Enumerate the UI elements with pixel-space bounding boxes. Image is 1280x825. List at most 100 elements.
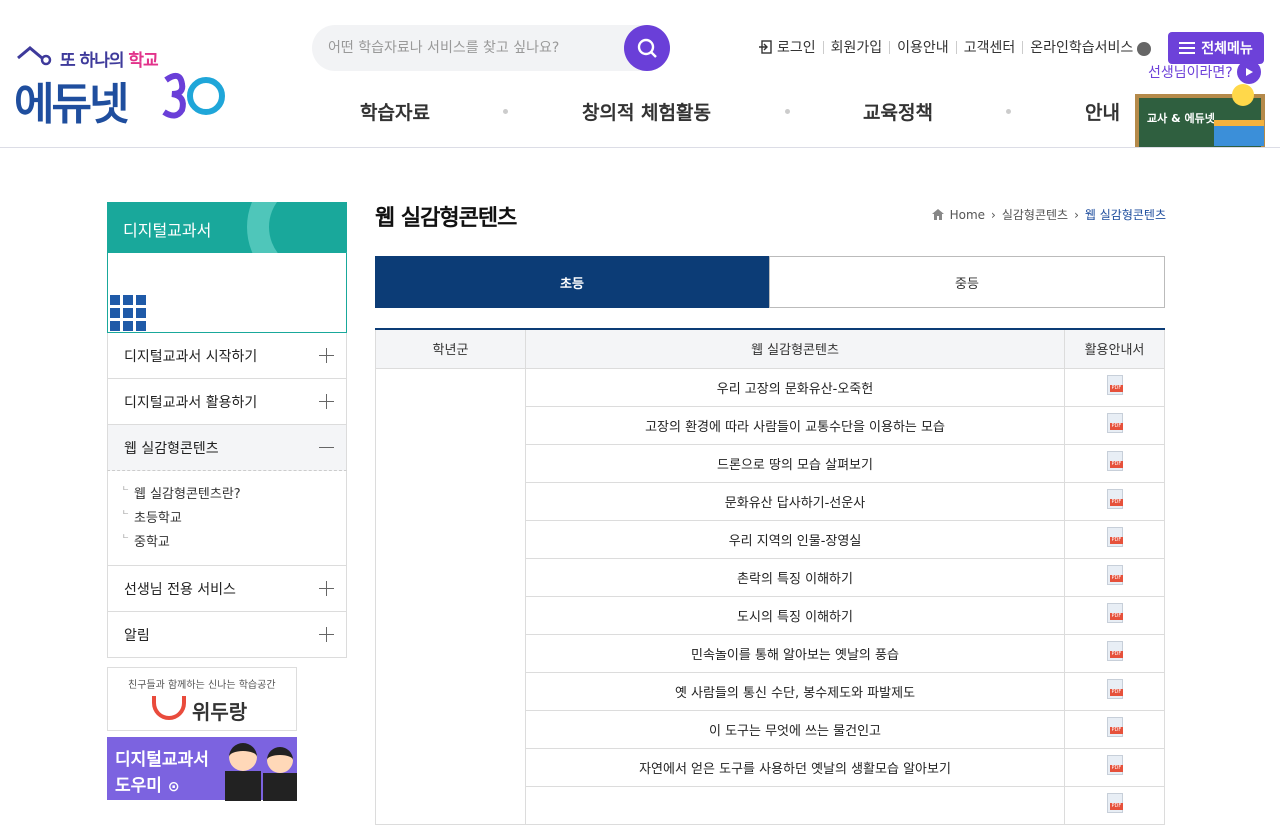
nav-info[interactable]: 안내 — [1085, 98, 1120, 125]
student-face — [229, 743, 257, 771]
sidebar-item-start[interactable]: 디지털교과서 시작하기 — [107, 333, 347, 379]
guide-cell — [1064, 671, 1165, 711]
search-button[interactable] — [624, 25, 670, 71]
content-link[interactable]: 우리 지역의 인물-장영실 — [525, 519, 1065, 559]
breadcrumb-home[interactable]: Home — [950, 208, 985, 222]
breadcrumb: Home › 실감형콘텐츠 › 웹 실감형콘텐츠 — [931, 206, 1166, 223]
pdf-icon[interactable] — [1106, 527, 1124, 547]
divider — [1022, 40, 1024, 54]
content-link[interactable]: 자연에서 얻은 도구를 사용하던 옛날의 생활모습 알아보기 — [525, 747, 1065, 787]
sidebar-item-label: 디지털교과서 시작하기 — [124, 348, 258, 365]
chevron-right-icon: › — [1074, 207, 1079, 222]
tab-elementary[interactable]: 초등 — [375, 256, 769, 308]
submenu-item-middle[interactable]: 중학교 — [122, 531, 330, 555]
search-input[interactable] — [328, 37, 618, 59]
submenu-item-about[interactable]: 웹 실감형콘텐츠란? — [122, 483, 330, 507]
sidebar-item-notice[interactable]: 알림 — [107, 612, 347, 658]
banner-line1: 디지털교과서 — [115, 750, 209, 770]
sidebar-item-web-content[interactable]: 웹 실감형콘텐츠 — [107, 425, 347, 471]
sidebar-title-text: 디지털교과서 — [123, 221, 212, 240]
chevron-right-icon: › — [991, 207, 996, 222]
guide-cell — [1064, 633, 1165, 673]
sidebar-item-usage[interactable]: 디지털교과서 활용하기 — [107, 379, 347, 425]
content-link[interactable] — [525, 785, 1065, 825]
pdf-icon[interactable] — [1106, 413, 1124, 433]
guide-cell — [1064, 709, 1165, 749]
guide-cell — [1064, 443, 1165, 483]
content-link[interactable]: 민속놀이를 통해 알아보는 옛날의 풍습 — [525, 633, 1065, 673]
teacher-link[interactable]: 선생님이라면? — [1148, 60, 1261, 84]
student-face — [267, 747, 293, 773]
guide-cell — [1064, 595, 1165, 635]
online-learning-link[interactable]: 온라인학습서비스 — [1030, 37, 1133, 57]
arrow-circle-icon: ⊙ — [167, 779, 180, 795]
wedorang-logo-icon — [152, 696, 186, 720]
login-link[interactable]: 로그인 — [777, 37, 816, 57]
submenu-item-elementary[interactable]: 초등학교 — [122, 507, 330, 531]
nav-learning-materials[interactable]: 학습자료 — [360, 98, 430, 125]
main-nav: 학습자료 창의적 체험활동 교육정책 안내 — [360, 98, 1120, 125]
content-link[interactable]: 문화유산 답사하기-선운사 — [525, 481, 1065, 521]
minus-icon — [319, 440, 334, 455]
house-icon — [17, 46, 52, 66]
digital-textbook-helper-banner[interactable]: 디지털교과서 도우미 ⊙ — [107, 737, 297, 801]
logo-name: 에듀넷 — [14, 79, 129, 130]
lightbulb-icon — [1232, 84, 1254, 106]
guide-link[interactable]: 이용안내 — [897, 37, 949, 57]
content-link[interactable]: 고장의 환경에 따라 사람들이 교통수단을 이용하는 모습 — [525, 405, 1065, 445]
breadcrumb-level1[interactable]: 실감형콘텐츠 — [1002, 206, 1068, 223]
sidebar-item-label: 알림 — [124, 627, 150, 644]
board-text: 교사 & 에듀넷 — [1147, 112, 1215, 125]
pdf-icon[interactable] — [1106, 641, 1124, 661]
guide-cell — [1064, 481, 1165, 521]
pdf-icon[interactable] — [1106, 717, 1124, 737]
column-header: 웹 실감형콘텐츠 — [525, 329, 1065, 369]
sidebar-item-teacher-service[interactable]: 선생님 전용 서비스 — [107, 566, 347, 612]
pdf-icon[interactable] — [1106, 679, 1124, 699]
sidebar: 디지털교과서 디지털교과서 시작하기 디지털교과서 활용하기 웹 실감형콘텐츠 … — [107, 202, 347, 658]
table-row: 우리 고장의 문화유산-오죽헌 — [375, 367, 1165, 825]
pdf-icon[interactable] — [1106, 375, 1124, 395]
content-link[interactable]: 드론으로 땅의 모습 살펴보기 — [525, 443, 1065, 483]
plus-icon — [319, 348, 334, 363]
site-header: 또 하나의 학교 에듀넷 로그인 회원가입 이용안내 고객센터 온라인학습서비스… — [0, 0, 1280, 148]
signup-link[interactable]: 회원가입 — [831, 37, 883, 57]
wedorang-banner[interactable]: 친구들과 함께하는 신나는 학습공간 위두랑 — [107, 667, 297, 731]
grade-tabs: 초등 중등 — [375, 256, 1165, 308]
guide-cell — [1064, 405, 1165, 445]
banner-name: 위두랑 — [192, 700, 248, 724]
all-menu-label: 전체메뉴 — [1201, 41, 1253, 57]
pdf-icon[interactable] — [1106, 755, 1124, 775]
content-link[interactable]: 이 도구는 무엇에 쓰는 물건인고 — [525, 709, 1065, 749]
guide-cell — [1064, 367, 1165, 407]
content-link[interactable]: 촌락의 특징 이해하기 — [525, 557, 1065, 597]
pdf-icon[interactable] — [1106, 603, 1124, 623]
column-header: 학년군 — [375, 329, 526, 369]
divider — [822, 40, 824, 54]
banner-tagline: 친구들과 함께하는 신나는 학습공간 — [128, 680, 276, 691]
tab-middle[interactable]: 중등 — [769, 256, 1165, 308]
content-link[interactable]: 옛 사람들의 통신 수단, 봉수제도와 파발제도 — [525, 671, 1065, 711]
plus-icon — [319, 581, 334, 596]
pdf-icon[interactable] — [1106, 793, 1124, 813]
pdf-icon[interactable] — [1106, 451, 1124, 471]
divider — [889, 40, 891, 54]
guide-cell — [1064, 747, 1165, 787]
nav-creative-activities[interactable]: 창의적 체험활동 — [582, 98, 711, 125]
chevron-down-icon[interactable] — [1137, 42, 1152, 56]
play-icon — [1236, 60, 1261, 84]
pdf-icon[interactable] — [1106, 489, 1124, 509]
utility-nav: 로그인 회원가입 이용안내 고객센터 온라인학습서비스 — [758, 37, 1152, 57]
sidebar-item-label: 선생님 전용 서비스 — [124, 581, 236, 598]
support-link[interactable]: 고객센터 — [964, 37, 1016, 57]
student-illustration — [263, 773, 297, 801]
nav-education-policy[interactable]: 교육정책 — [863, 98, 933, 125]
content-link[interactable]: 도시의 특징 이해하기 — [525, 595, 1065, 635]
plus-icon — [319, 394, 334, 409]
sidebar-visual — [107, 253, 347, 333]
content-link[interactable]: 우리 고장의 문화유산-오죽헌 — [525, 367, 1065, 407]
breadcrumb-current[interactable]: 웹 실감형콘텐츠 — [1085, 206, 1166, 223]
pdf-icon[interactable] — [1106, 565, 1124, 585]
site-logo[interactable]: 또 하나의 학교 에듀넷 — [14, 40, 234, 130]
banner-line2: 도우미 ⊙ — [115, 776, 180, 796]
